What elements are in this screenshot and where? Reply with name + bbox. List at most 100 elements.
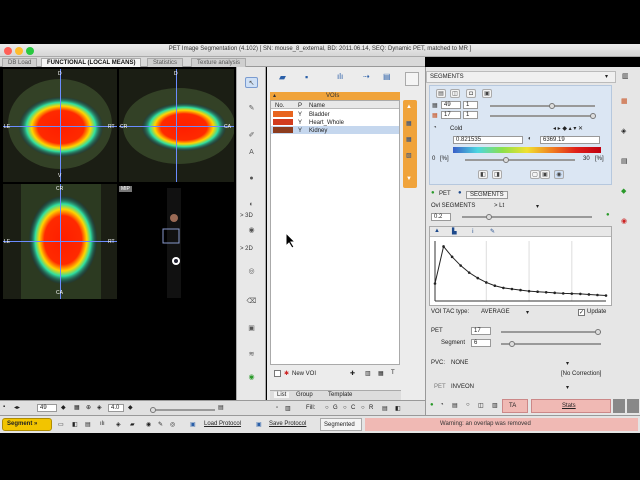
fill-extra-icon[interactable]: ◧	[395, 405, 401, 412]
workflow-d-icon[interactable]: ılı	[100, 421, 105, 427]
overlay-select[interactable]: Ovl SEGMENTS	[431, 203, 475, 209]
segment-button[interactable]: Segment »	[2, 418, 52, 431]
chart-options-icon[interactable]: ✎	[490, 228, 495, 235]
text-tool-icon[interactable]: A	[245, 147, 258, 158]
workflow-i-icon[interactable]: ◎	[170, 421, 175, 428]
ta-button[interactable]: TA	[502, 399, 528, 413]
frame-index-field[interactable]: 17	[441, 111, 461, 119]
min-value-field[interactable]: 0.821535	[453, 136, 523, 144]
fill-g-radio[interactable]: ○	[325, 405, 329, 411]
tool-c-icon[interactable]: ○	[466, 402, 470, 408]
open-folder-icon[interactable]: ▰	[279, 72, 286, 83]
first-slice-icon[interactable]: ▪	[3, 404, 5, 410]
fill-r-radio[interactable]: ○	[361, 405, 365, 411]
reset-icon[interactable]: ▢	[530, 170, 540, 179]
pencil-tool-icon[interactable]: ✐	[245, 130, 258, 141]
down-arrow-icon[interactable]: ▼	[406, 176, 412, 182]
voi-text-icon[interactable]: T	[391, 370, 395, 376]
segment-slider[interactable]	[490, 103, 595, 109]
chart-icon[interactable]: ılı	[337, 72, 343, 81]
grid-toggle-icon[interactable]: ▥	[622, 72, 629, 80]
frame-step-field[interactable]: 1	[463, 111, 478, 119]
overlay-op[interactable]: > Lt	[494, 203, 504, 209]
tool-d-icon[interactable]: ◫	[478, 402, 484, 409]
voi-delete-icon[interactable]: ✚	[350, 370, 355, 377]
source-pet[interactable]: PET	[439, 191, 451, 197]
sagittal-view[interactable]: CR LE RT CA	[3, 184, 117, 299]
region-grow-icon[interactable]: ◉	[245, 225, 258, 236]
tab-list[interactable]: List	[274, 392, 290, 398]
workflow-b-icon[interactable]: ◧	[72, 421, 78, 428]
segment-index-field[interactable]: 49	[441, 101, 461, 109]
overlay-dropdown-icon[interactable]: ▾	[536, 203, 539, 210]
voi-row-selected[interactable]: Y Kidney	[271, 126, 399, 134]
tac-type-dropdown-icon[interactable]: ▾	[526, 309, 529, 316]
crosshair-icon[interactable]: ⊕	[86, 404, 91, 411]
tab-statistics[interactable]: Statistics	[147, 58, 184, 67]
fill-c-radio[interactable]: ○	[343, 405, 347, 411]
label-3d[interactable]: > 3D	[240, 213, 253, 219]
pvc-select[interactable]: NONE	[451, 360, 468, 366]
new-voi-checkbox[interactable]	[274, 370, 281, 377]
workflow-h-icon[interactable]: ✎	[158, 421, 163, 428]
grid-icon[interactable]: ▦	[406, 136, 412, 143]
up-arrow-icon[interactable]: ▲	[406, 104, 412, 110]
grid-layout-icon[interactable]: ▦	[74, 404, 80, 411]
voi-row[interactable]: Y Heart_Whole	[271, 118, 399, 126]
segment-step-field[interactable]: 1	[463, 101, 478, 109]
label-2d[interactable]: > 2D	[240, 246, 253, 252]
prev-slice-icon[interactable]: ◂▸	[14, 404, 20, 411]
segment-frame-slider[interactable]	[501, 341, 601, 347]
side-tool-3-icon[interactable]: ▤	[621, 157, 628, 165]
side-tool-4-icon[interactable]: ◆	[621, 187, 626, 195]
pet-frame-field[interactable]: 17	[471, 327, 491, 335]
tab-texture-analysis[interactable]: Texture analysis	[191, 58, 247, 67]
max-value-field[interactable]: 6369.19	[540, 136, 600, 144]
dropdown-arrow-icon[interactable]: ▾	[605, 73, 608, 80]
copy-icon[interactable]: ▦	[406, 120, 412, 127]
col-no[interactable]: No.	[275, 102, 284, 110]
brush-tool-icon[interactable]: ◐	[245, 199, 258, 210]
voi-props-icon[interactable]: ▥	[365, 370, 371, 377]
coronal-view[interactable]: D LE RT V	[3, 69, 117, 182]
workflow-e-icon[interactable]: ◈	[116, 421, 121, 428]
tac-type-select[interactable]: AVERAGE	[481, 309, 510, 315]
pct-slider[interactable]	[465, 157, 575, 163]
wave-tool-icon[interactable]: ≋	[245, 349, 258, 360]
col-p[interactable]: P	[298, 102, 302, 110]
save-icon[interactable]: ▪	[305, 72, 308, 82]
auto-icon[interactable]: ◉	[554, 170, 564, 179]
pointer-tool-icon[interactable]: ↖	[245, 77, 258, 88]
voi-table-icon[interactable]: ▦	[378, 370, 384, 377]
axial-view[interactable]: D CR CA	[119, 69, 234, 182]
image-viewer[interactable]: D LE RT V D CR CA CR LE RT CA MIP	[0, 67, 235, 400]
tab-db-load[interactable]: DB Load	[2, 58, 38, 67]
overlay-value-field[interactable]: 0.2	[431, 213, 451, 221]
lock-range-icon[interactable]: ◐	[528, 136, 532, 142]
zoom-field[interactable]: 4.0	[108, 404, 124, 412]
invert-icon[interactable]: ◨	[492, 170, 502, 179]
workflow-a-icon[interactable]: ▭	[58, 421, 64, 428]
pet-frame-slider[interactable]	[501, 329, 601, 335]
update-checkbox[interactable]: ✓	[578, 309, 585, 316]
colormap-controls-icon[interactable]: ◂ ▸ ◆ ▴ ▾ ✕	[553, 125, 583, 132]
scanner-dropdown-icon[interactable]: ▾	[566, 384, 569, 391]
segment-field[interactable]: 6	[471, 339, 491, 347]
collapse-icon[interactable]: ▴	[273, 92, 276, 99]
tool-a-icon[interactable]: ◔	[440, 402, 444, 408]
tab-template[interactable]: Template	[328, 392, 352, 398]
eraser-tool-icon[interactable]: ⌫	[245, 296, 258, 307]
chart-info-icon[interactable]: ⅰ	[472, 228, 474, 235]
slice-field[interactable]: 49	[37, 404, 57, 412]
pvc-dropdown-icon[interactable]: ▾	[566, 360, 569, 367]
scanner-select[interactable]: INVEON	[451, 384, 474, 390]
print-icon[interactable]: ▣	[482, 89, 492, 98]
stats-button[interactable]: Stats	[531, 399, 611, 413]
tab-functional[interactable]: FUNCTIONAL (LOCAL MEANS)	[41, 58, 142, 67]
tool-e-icon[interactable]: ▥	[492, 402, 498, 409]
mip-view[interactable]: MIP	[119, 184, 234, 299]
tool-g-icon[interactable]	[627, 399, 639, 413]
voi-row[interactable]: Y Bladder	[271, 110, 399, 118]
side-tool-2-icon[interactable]: ◈	[621, 127, 626, 135]
voi-draw-icon[interactable]: ✎	[245, 103, 258, 114]
